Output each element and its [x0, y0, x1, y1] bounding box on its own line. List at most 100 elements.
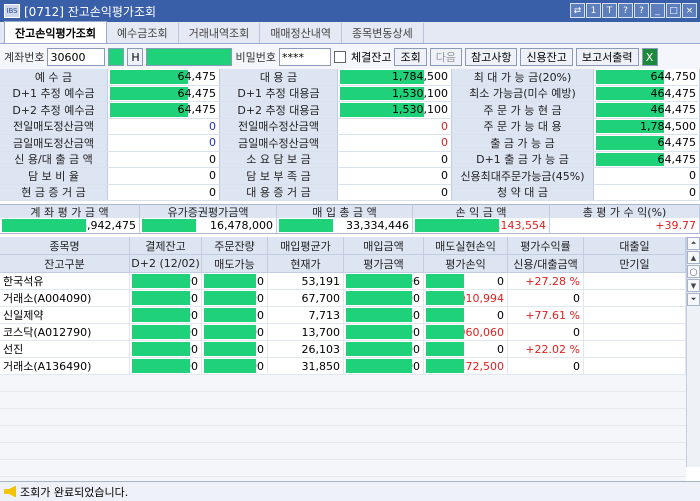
table-cell: 5,172,500 — [424, 358, 508, 374]
close-icon[interactable]: × — [682, 3, 697, 18]
vertical-scrollbar[interactable]: ⏶ ▲ ◯ ▼ ⏷ — [686, 237, 700, 467]
column-header[interactable]: 평가손익 — [424, 255, 508, 272]
table-cell — [584, 324, 686, 340]
column-header[interactable]: 매입평균가 — [268, 237, 344, 254]
account-suffix[interactable] — [108, 48, 125, 66]
summary-row: D+2 추정 예수금 64,475 D+2 추정 대용금 1,530,100 주 문 가… — [0, 102, 700, 119]
table-row[interactable]: 코스닥(A012790)000013,7001,100,0007,960,060… — [0, 324, 686, 341]
summary-label: 대 용 금 — [220, 69, 338, 85]
summary-value: 0 — [338, 118, 452, 134]
table-cell: 0 — [508, 290, 584, 306]
help-icon[interactable]: ? — [634, 3, 649, 18]
table-cell — [584, 307, 686, 323]
table-cell: 53,191 — [268, 273, 344, 289]
filled-balance-label: 체결잔고 — [350, 51, 392, 64]
one-icon[interactable]: 1 — [586, 3, 601, 18]
table-cell: 코스닥(A012790) — [0, 324, 130, 340]
total-eval-value: 6,942,475 — [0, 218, 140, 234]
column-header[interactable]: 현재가 — [268, 255, 344, 272]
scroll-thumb-icon[interactable]: ◯ — [687, 265, 700, 278]
summary-label: D+2 추정 대용금 — [220, 102, 338, 118]
table-cell: 8,665,000 — [344, 358, 424, 374]
column-header[interactable]: 잔고구분 — [0, 255, 130, 272]
link-icon[interactable]: ⇄ — [570, 3, 585, 18]
column-header[interactable]: 주문잔량 — [202, 237, 268, 254]
table-cell: 90 — [130, 273, 202, 289]
table-cell — [584, 273, 686, 289]
minimize-icon[interactable]: _ — [650, 3, 665, 18]
credit-balance-button[interactable]: 신용잔고 — [520, 48, 573, 66]
column-header[interactable]: 대출일 — [584, 237, 686, 254]
filled-balance-checkbox[interactable] — [333, 51, 346, 63]
next-button[interactable]: 다음 — [429, 48, 462, 66]
table-cell — [584, 358, 686, 374]
column-header[interactable]: 매도가능 — [202, 255, 268, 272]
table-cell: 0 — [424, 307, 508, 323]
table-row[interactable]: 신일제약0007,7133,139,9400+77.61 % — [0, 307, 686, 324]
maximize-icon[interactable]: □ — [666, 3, 681, 18]
table-row[interactable]: 거래소(A136490)000031,8508,665,0005,172,500… — [0, 358, 686, 375]
column-header[interactable]: 매입금액 — [344, 237, 424, 254]
empty-row — [0, 409, 686, 426]
summary-label: 현 금 증 거 금 — [0, 184, 108, 200]
table-cell: 00 — [130, 358, 202, 374]
account-name — [146, 48, 233, 66]
column-header[interactable]: 결제잔고 — [130, 237, 202, 254]
reference-button[interactable]: 참고사항 — [464, 48, 518, 66]
table-cell: 0 — [508, 324, 584, 340]
query-button[interactable]: 조회 — [394, 48, 427, 66]
column-header[interactable]: 평가금액 — [344, 255, 424, 272]
summary-value: 0 — [108, 135, 220, 151]
table-cell: 00 — [202, 358, 268, 374]
table-cell: 7,713 — [268, 307, 344, 323]
tab-balance[interactable]: 잔고손익평가조회 — [4, 21, 107, 43]
scroll-down-icon[interactable]: ▼ — [687, 279, 700, 292]
password-input[interactable]: **** — [278, 48, 331, 66]
table-cell: +27.28 % — [508, 273, 584, 289]
scroll-up-icon[interactable]: ▲ — [687, 251, 700, 264]
table-row[interactable]: 거래소(A004090)909067,7006,713,00010,010,99… — [0, 290, 686, 307]
tab-stock-change[interactable]: 종목변동상세 — [342, 23, 424, 43]
table-cell — [584, 341, 686, 357]
summary-label: 전일매수정산금액 — [220, 118, 338, 134]
scroll-top-icon[interactable]: ⏶ — [687, 237, 700, 250]
table-cell: 00 — [202, 324, 268, 340]
summary-value: 0 — [108, 168, 220, 184]
scroll-bottom-icon[interactable]: ⏷ — [687, 293, 700, 306]
column-header[interactable]: 종목명 — [0, 237, 130, 254]
screen-icon[interactable]: ? — [618, 3, 633, 18]
table-row[interactable]: 한국석유90053,1916,702,0060+27.28 % — [0, 273, 686, 290]
h-button[interactable]: H — [127, 48, 144, 66]
summary-value: 464,475 — [594, 102, 700, 118]
table-cell: 0 — [202, 341, 268, 357]
summary-label: 예 수 금 — [0, 69, 108, 85]
summary-value: 64,475 — [594, 151, 700, 167]
column-header[interactable]: 신용/대출금액 — [508, 255, 584, 272]
column-header[interactable]: 만기일 — [584, 255, 686, 272]
t-icon[interactable]: T — [602, 3, 617, 18]
empty-row — [0, 392, 686, 409]
title-bar: IBS [0712] 잔고손익평가조회 ⇄ 1 T ? ? _ □ × — [0, 0, 700, 22]
column-header[interactable]: D+2 (12/02) — [130, 255, 202, 272]
tab-deposit[interactable]: 예수금조회 — [107, 23, 179, 43]
summary-row: D+1 추정 예수금 64,475 D+1 추정 대용금 1,530,100 최소 가능… — [0, 85, 700, 102]
status-text: 조회가 완료되었습니다. — [20, 485, 129, 499]
table-cell: 0 — [202, 273, 268, 289]
tab-settlement[interactable]: 매매정산내역 — [260, 23, 343, 43]
account-input[interactable]: 30600 — [47, 48, 106, 66]
report-button[interactable]: 보고서출력 — [575, 48, 639, 66]
table-cell: 00 — [130, 324, 202, 340]
table-cell: 00 — [130, 307, 202, 323]
summary-value: 0 — [108, 151, 220, 167]
total-return-value: +39.77 — [550, 218, 700, 234]
excel-icon[interactable]: X — [641, 48, 658, 66]
table-row[interactable]: 선진00026,1033,492,5000+22.02 % — [0, 341, 686, 358]
tab-history[interactable]: 거래내역조회 — [179, 23, 261, 43]
table-cell: 3,139,940 — [344, 307, 424, 323]
column-header[interactable]: 평가수익률 — [508, 237, 584, 254]
column-header[interactable]: 매도실현손익 — [424, 237, 508, 254]
summary-label: 최소 가능금(미수 예방) — [452, 85, 594, 101]
summary-label: D+1 추정 예수금 — [0, 85, 108, 101]
table-cell: 90 — [130, 290, 202, 306]
table-cell: 6,702,006 — [344, 273, 424, 289]
